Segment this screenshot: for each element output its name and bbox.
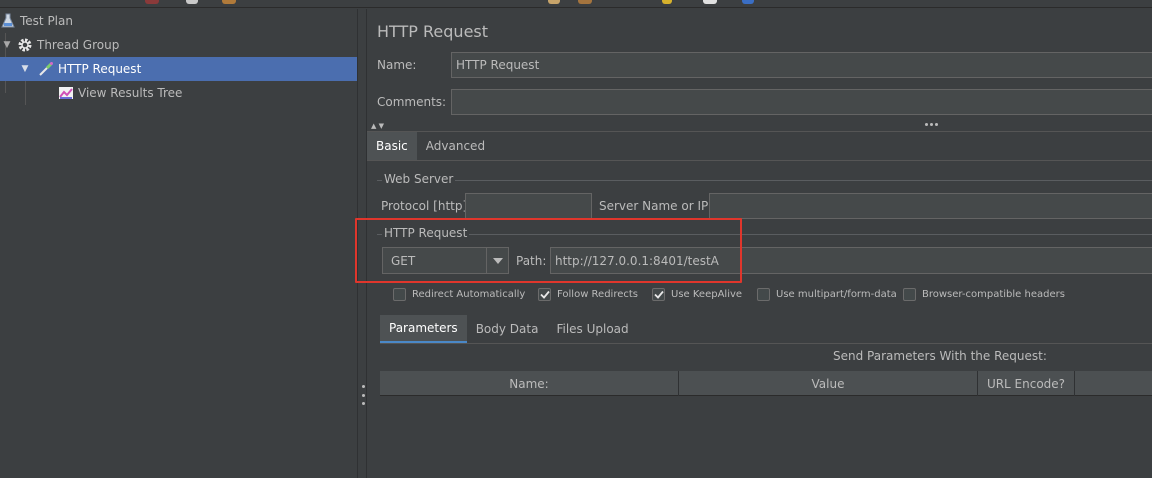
toolbar-button[interactable] [703, 0, 717, 4]
tree-item-view-results-tree[interactable]: View Results Tree [0, 81, 357, 105]
checkbox-label: Browser-compatible headers [922, 289, 1065, 300]
pipette-icon [38, 61, 54, 77]
http-request-group-title: HTTP Request [382, 226, 470, 240]
tab-parameters[interactable]: Parameters [380, 315, 467, 343]
drag-handle-icon[interactable] [361, 385, 365, 405]
toolbar-button[interactable] [145, 0, 159, 4]
checkbox-box[interactable] [393, 288, 406, 301]
tree-expand-arrow-icon[interactable]: ▼ [2, 40, 12, 50]
request-body-tabs: Parameters Body Data Files Upload [380, 315, 638, 343]
comments-label: Comments: [377, 95, 447, 109]
tree-item-thread-group[interactable]: ▼ Thread Group [0, 33, 357, 57]
tab-files-upload[interactable]: Files Upload [547, 315, 637, 343]
tree-item-http-request[interactable]: ▼ HTTP Request [0, 57, 357, 81]
tab-advanced[interactable]: Advanced [417, 132, 494, 160]
method-select-value: GET [391, 253, 416, 268]
chevron-down-icon[interactable] [486, 248, 508, 273]
group-border [377, 234, 1152, 235]
checkmark-icon[interactable] [538, 288, 551, 301]
checkbox-label: Redirect Automatically [412, 289, 526, 300]
use-keepalive-checkbox[interactable]: Use KeepAlive [652, 288, 742, 301]
main-tabs: Basic Advanced [367, 132, 494, 160]
path-label: Path: [516, 254, 547, 268]
protocol-label: Protocol [http]: [381, 199, 472, 213]
checkbox-box[interactable] [903, 288, 916, 301]
main-toolbar [0, 0, 1152, 8]
name-field[interactable]: HTTP Request [451, 52, 1152, 78]
toolbar-button[interactable] [662, 0, 672, 4]
redirect-automatically-checkbox[interactable]: Redirect Automatically [393, 288, 525, 301]
tree-item-label: HTTP Request [58, 62, 142, 76]
checkbox-label: Follow Redirects [557, 289, 638, 300]
gear-icon [17, 37, 33, 53]
checkbox-label: Use KeepAlive [671, 289, 743, 300]
path-field[interactable]: http://127.0.0.1:8401/testA [550, 247, 1152, 274]
server-name-label: Server Name or IP: [599, 199, 713, 213]
browser-compatible-headers-checkbox[interactable]: Browser-compatible headers [903, 288, 1065, 301]
tab-basic[interactable]: Basic [367, 132, 417, 160]
toolbar-button[interactable] [222, 0, 236, 4]
toolbar-button[interactable] [186, 0, 198, 4]
test-plan-tree: Test Plan ▼ Thread Group ▼ HTTP Request … [0, 9, 357, 478]
http-request-panel: HTTP Request Name: HTTP Request Comments… [367, 9, 1152, 478]
parameters-table-header: Name: Value URL Encode? [380, 371, 1152, 396]
checkbox-label: Use multipart/form-data [776, 289, 897, 300]
tree-expand-arrow-icon[interactable]: ▼ [20, 64, 30, 74]
use-multipart-checkbox[interactable]: Use multipart/form-data [757, 288, 897, 301]
chart-icon [58, 85, 74, 101]
toolbar-button[interactable] [548, 0, 560, 4]
group-border [377, 180, 1152, 181]
toolbar-button[interactable] [578, 0, 592, 4]
flask-icon [0, 13, 16, 29]
column-header-url-encode[interactable]: URL Encode? [978, 371, 1075, 396]
column-header-name[interactable]: Name: [380, 371, 679, 396]
divider [367, 160, 1152, 161]
tree-item-label: Test Plan [20, 14, 73, 28]
method-select[interactable]: GET [382, 247, 509, 274]
follow-redirects-checkbox[interactable]: Follow Redirects [538, 288, 638, 301]
tree-item-test-plan[interactable]: Test Plan [0, 9, 357, 33]
more-icon[interactable] [925, 123, 938, 126]
checkmark-icon[interactable] [652, 288, 665, 301]
comments-field[interactable] [451, 89, 1152, 115]
toolbar-button[interactable] [742, 0, 754, 4]
server-name-field[interactable] [709, 193, 1152, 219]
split-pane-divider[interactable] [357, 9, 367, 478]
checkbox-box[interactable] [757, 288, 770, 301]
page-title: HTTP Request [377, 22, 489, 41]
send-parameters-label: Send Parameters With the Request: [833, 349, 1047, 363]
divider [380, 343, 1152, 344]
tree-item-label: Thread Group [37, 38, 120, 52]
protocol-field[interactable] [465, 193, 592, 219]
tree-item-label: View Results Tree [78, 86, 183, 100]
column-header-value[interactable]: Value [679, 371, 978, 396]
tab-body-data[interactable]: Body Data [467, 315, 548, 343]
collapse-arrows-icon[interactable]: ▲ ▼ [371, 122, 384, 130]
name-label: Name: [377, 58, 417, 72]
web-server-group-title: Web Server [382, 172, 456, 186]
